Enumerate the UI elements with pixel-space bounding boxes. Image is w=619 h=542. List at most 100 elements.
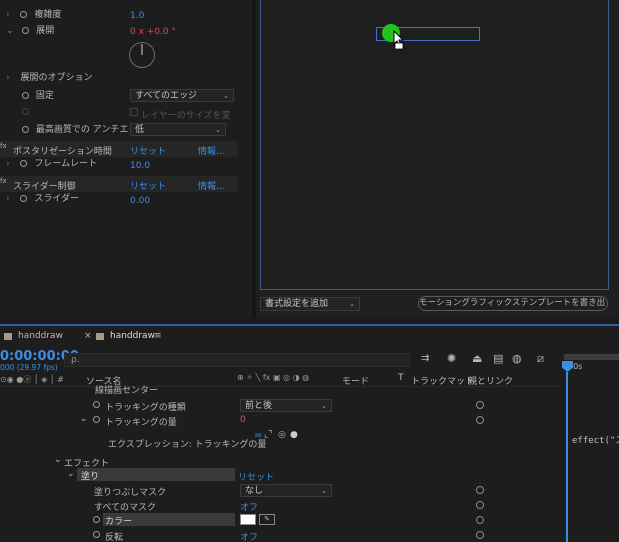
sort-icon[interactable]: T [398,373,404,383]
slider-control-info-link[interactable]: 情報... [198,179,225,192]
layer-switches-header: ⊕ ✧ ╲ fx ▣ ◎ ◑ ◍ [237,373,310,382]
framerate-label: フレームレート [34,159,98,169]
complexity-label: 複雑度 [34,10,62,20]
draft-3d-icon[interactable]: ✺ [447,352,456,365]
posterize-info-link[interactable]: 情報... [198,144,225,157]
fps-readout: 000 (29.97 fps) [0,363,58,372]
search-icon: ρ. [71,355,80,365]
posterize-reset-link[interactable]: リセット [130,144,166,157]
stopwatch-icon[interactable] [20,160,28,167]
invert-value[interactable]: オフ [240,530,258,542]
add-format-label: 書式設定を追加 [265,299,329,309]
fill-effect-row[interactable]: ⌄ 塗り リセット [0,468,562,483]
stopwatch-icon[interactable] [22,126,29,133]
chevron-down-icon: ⌄ [223,92,229,100]
frame-blending-icon[interactable]: ▤ [493,352,503,365]
trackmatte-header[interactable]: トラックマット [411,374,474,387]
stopwatch-icon[interactable] [22,92,29,99]
timeline-tab-2[interactable]: handdraw ≡ [92,330,164,344]
slider-control-effect-row[interactable]: fx スライダー制御 リセット 情報... [0,176,238,192]
framerate-row: › フレームレート [6,159,98,169]
eyedropper-icon[interactable]: ✎ [259,514,275,525]
comp-mini-flowchart-icon[interactable]: ⇉ [421,353,429,364]
stopwatch-icon[interactable] [93,531,100,538]
evolution-value[interactable]: 0 x +0.0 ° [130,27,176,37]
fill-reset-link[interactable]: リセット [238,470,274,483]
stopwatch-icon[interactable] [93,416,100,423]
fixed-label: 固定 [35,91,54,101]
evolution-dial[interactable] [129,42,155,68]
slider-row: › スライダー [6,194,79,204]
timeline-tab-1[interactable]: handdraw [0,330,78,344]
fill-effect-name[interactable]: 塗り [77,468,235,482]
tab-menu-icon[interactable]: ≡ [154,331,162,341]
all-masks-label: すべてのマスク [94,503,157,513]
stopwatch-icon[interactable] [93,401,100,408]
best-quality-dropdown[interactable]: 低 ⌄ [130,123,226,136]
best-quality-row: 最高画質での アンチエ [6,122,128,138]
slider-value[interactable]: 0.00 [130,196,150,206]
parent-pickwhip-icon[interactable] [476,486,484,494]
fx-icon[interactable]: fx [0,177,7,185]
close-tab-icon[interactable]: × [84,331,92,341]
mode-header[interactable]: モード [342,374,369,387]
expression-graph-icon[interactable]: ⌞⌝ [264,430,272,440]
fixed-row: 固定 [6,88,54,104]
chevron-down-icon: ⌄ [215,126,221,134]
composition-color-swatch [96,333,104,340]
parent-pickwhip-icon[interactable] [476,401,484,409]
stopwatch-icon[interactable] [20,11,28,18]
expression-toggle-icon[interactable]: = [254,430,262,441]
color-swatch[interactable] [240,514,256,525]
evolution-options-row[interactable]: › 展開のオプション [6,70,93,86]
color-row: カラー ✎ [0,513,562,527]
tracking-type-label: トラッキングの種類 [105,403,186,413]
all-masks-row: すべてのマスク オフ [0,498,562,513]
graph-editor-icon[interactable]: ⧄ [537,352,544,366]
best-quality-label: 最高画質での アンチエ [35,125,129,135]
expression-pickwhip-icon[interactable]: ◎ [278,430,286,440]
evolution-row: ⌄ 展開 [6,26,55,36]
effect-controls-panel: › 複雑度 1.0 ⌄ 展開 0 x +0.0 ° › 展開のオプション 固定 … [0,0,252,318]
layer-size-checkbox[interactable] [130,108,138,116]
posterize-effect-row[interactable]: fx ポスタリゼーション時間 リセット 情報... [0,141,238,157]
motion-blur-icon[interactable]: ◍ [512,352,522,365]
tracking-amount-value[interactable]: 0 [240,415,246,425]
fixed-dropdown[interactable]: すべてのエッジ ⌄ [130,89,234,102]
color-name-highlight[interactable]: カラー [103,513,235,527]
timeline-rows: 線描画センター トラッキングの種類 前と後 ⌄ ⌄ トラッキングの量 0 エクスプ… [0,386,619,542]
tracking-type-value: 前と後 [245,401,273,411]
chevron-down-icon: ⌄ [349,300,355,308]
framerate-value[interactable]: 10.0 [130,161,150,171]
tab-label: handdraw [18,331,63,341]
shy-layers-icon[interactable]: ⏏ [472,352,482,365]
parent-pickwhip-icon[interactable] [476,501,484,509]
parent-pickwhip-icon[interactable] [476,416,484,424]
complexity-value[interactable]: 1.0 [130,11,144,21]
work-area-bar[interactable] [564,354,619,360]
preview-canvas[interactable] [260,0,609,290]
fixed-value: すべてのエッジ [135,91,198,101]
all-masks-value[interactable]: オフ [240,500,258,513]
parent-pickwhip-icon[interactable] [476,531,484,539]
expression-code[interactable]: effect("ス [572,433,619,446]
export-motion-template-button[interactable]: モーショングラフィックステンプレートを書き出し... [418,296,608,311]
composition-color-swatch [4,333,12,340]
fill-mask-dropdown[interactable]: なし ⌄ [240,484,332,497]
parent-pickwhip-icon[interactable] [476,516,484,524]
add-format-dropdown[interactable]: 書式設定を追加 ⌄ [260,297,360,311]
fill-mask-value: なし [245,486,264,496]
effects-group-row[interactable]: ⌄ エフェクト [0,454,562,469]
stopwatch-icon[interactable] [20,195,28,202]
slider-control-reset-link[interactable]: リセット [130,179,166,192]
stopwatch-icon[interactable] [22,27,30,34]
layer-search-input[interactable]: ρ. [64,353,410,367]
fx-icon[interactable]: fx [0,142,7,150]
truncated-row-label: 線描画センター [95,386,159,396]
expression-row: エクスプレッション: トラッキングの量 = ⌞⌝ ◎ ● effect("ス [0,430,619,450]
tracking-type-dropdown[interactable]: 前と後 ⌄ [240,399,332,412]
expression-language-menu-icon[interactable]: ● [290,430,298,440]
stopwatch-icon[interactable] [93,516,100,523]
best-quality-value: 低 [135,125,145,135]
parent-link-header[interactable]: 親とリンク [468,374,513,387]
